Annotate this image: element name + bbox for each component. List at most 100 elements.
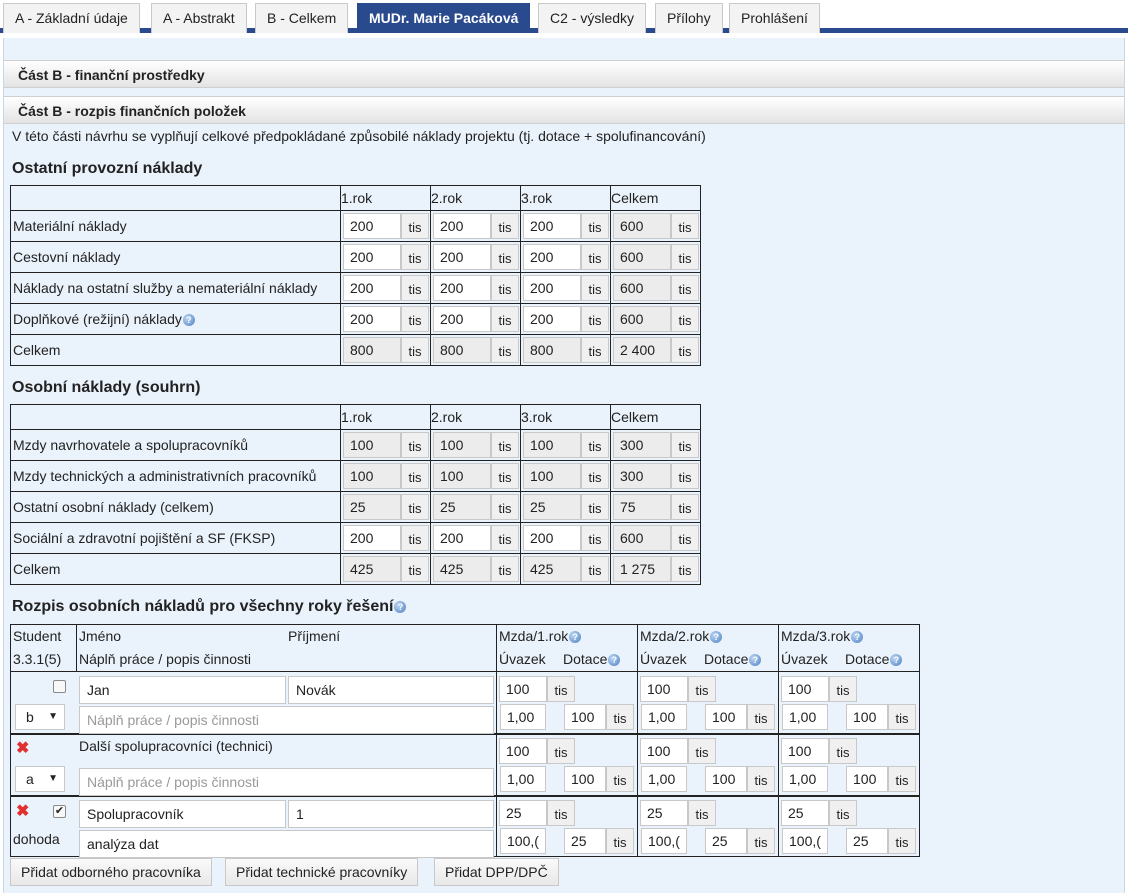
- dotace-input[interactable]: 100: [564, 766, 606, 792]
- help-icon[interactable]: ?: [851, 631, 864, 644]
- dotace-input[interactable]: 25: [564, 828, 606, 854]
- amount-input[interactable]: 200: [523, 213, 581, 239]
- amount-input[interactable]: 200: [343, 244, 401, 270]
- total-value: 300: [613, 463, 671, 489]
- total-value: 800: [523, 337, 581, 363]
- help-icon[interactable]: ?: [569, 631, 582, 644]
- mzda-input[interactable]: 25: [640, 800, 688, 826]
- category-select[interactable]: b ▼: [15, 704, 65, 730]
- amount-input[interactable]: 200: [433, 525, 491, 551]
- uvazek-input[interactable]: 1,00: [782, 766, 828, 792]
- dotace-input[interactable]: 100: [846, 704, 888, 730]
- total-value: 25: [523, 494, 581, 520]
- amount-input[interactable]: 200: [433, 213, 491, 239]
- tab-celkem[interactable]: B - Celkem: [255, 3, 349, 33]
- amount-input[interactable]: 200: [343, 306, 401, 332]
- row-label: Mzdy navrhovatele a spolupracovníků: [10, 429, 341, 461]
- total-value: 25: [343, 494, 401, 520]
- amount-input[interactable]: 200: [523, 525, 581, 551]
- amount-input[interactable]: 200: [523, 275, 581, 301]
- napln-input[interactable]: Náplň práce / popis činnosti: [79, 768, 494, 796]
- unit-label: tis: [747, 828, 775, 854]
- uvazek-input[interactable]: 1,00: [641, 704, 687, 730]
- amount-input[interactable]: 200: [523, 306, 581, 332]
- row-label: Materiální náklady: [10, 210, 341, 242]
- dotace-input[interactable]: 100: [705, 766, 747, 792]
- help-icon[interactable]: ?: [394, 600, 407, 613]
- mzda-input[interactable]: 100: [640, 738, 688, 764]
- uvazek-input[interactable]: 1,00: [500, 766, 546, 792]
- tab-prohlaseni[interactable]: Prohlášení: [729, 3, 820, 33]
- tab-zakladni-udaje[interactable]: A - Základní údaje: [3, 3, 140, 33]
- add-expert-button[interactable]: Přidat odborného pracovníka: [10, 858, 212, 886]
- total-value: 100: [343, 432, 401, 458]
- mzda-input[interactable]: 100: [499, 738, 547, 764]
- uvazek-input[interactable]: 100,(: [500, 828, 546, 854]
- jmeno-input[interactable]: Spolupracovník: [79, 800, 286, 828]
- unit-label: tis: [401, 244, 429, 270]
- unit-label: tis: [581, 306, 609, 332]
- help-icon[interactable]: ?: [710, 631, 723, 644]
- student-checkbox[interactable]: ✔: [53, 805, 66, 818]
- dotace-input[interactable]: 100: [705, 704, 747, 730]
- dotace-input[interactable]: 100: [564, 704, 606, 730]
- dotace-input[interactable]: 25: [705, 828, 747, 854]
- mzda-input[interactable]: 25: [499, 800, 547, 826]
- amount-input[interactable]: 200: [433, 275, 491, 301]
- prijmeni-input[interactable]: Novák: [288, 676, 494, 704]
- chevron-down-icon: ▼: [48, 773, 58, 784]
- dotace-input[interactable]: 25: [846, 828, 888, 854]
- total-value: 100: [433, 463, 491, 489]
- mzda-input[interactable]: 100: [499, 676, 547, 702]
- mzda-input[interactable]: 25: [781, 800, 829, 826]
- table-row: Doplňkové (režijní) náklady? 200 tis 200 t…: [10, 303, 701, 335]
- unit-label: tis: [547, 738, 575, 764]
- amount-input[interactable]: 200: [433, 244, 491, 270]
- jmeno-input[interactable]: Jan: [79, 676, 286, 704]
- category-select[interactable]: a ▼: [15, 766, 65, 792]
- amount-input[interactable]: 200: [523, 244, 581, 270]
- help-icon[interactable]: ?: [182, 314, 195, 327]
- mzda-input[interactable]: 100: [781, 676, 829, 702]
- unit-label: tis: [401, 556, 429, 582]
- unit-label: tis: [491, 306, 519, 332]
- unit-label: tis: [491, 556, 519, 582]
- unit-label: tis: [671, 525, 699, 551]
- tab-abstrakt[interactable]: A - Abstrakt: [151, 3, 247, 33]
- unit-label: tis: [401, 213, 429, 239]
- mzda-input[interactable]: 100: [781, 738, 829, 764]
- unit-label: tis: [491, 525, 519, 551]
- uvazek-input[interactable]: 1,00: [782, 704, 828, 730]
- napln-input[interactable]: Náplň práce / popis činnosti: [79, 706, 494, 734]
- amount-input[interactable]: 200: [433, 306, 491, 332]
- dotace-input[interactable]: 100: [846, 766, 888, 792]
- prijmeni-input[interactable]: 1: [288, 800, 494, 828]
- unit-label: tis: [606, 704, 634, 730]
- amount-input[interactable]: 200: [343, 525, 401, 551]
- uvazek-input[interactable]: 1,00: [641, 766, 687, 792]
- amount-input[interactable]: 200: [343, 213, 401, 239]
- student-checkbox[interactable]: [53, 680, 66, 693]
- row-label: Ostatní osobní náklady (celkem): [10, 491, 341, 523]
- add-dpp-button[interactable]: Přidat DPP/DPČ: [434, 858, 559, 886]
- help-icon[interactable]: ?: [890, 654, 903, 667]
- add-technician-button[interactable]: Přidat technické pracovníky: [225, 858, 419, 886]
- row-label: Mzdy technických a administrativních pra…: [10, 460, 341, 492]
- delete-icon[interactable]: ✖: [16, 738, 29, 758]
- uvazek-input[interactable]: 100,(: [641, 828, 687, 854]
- napln-input[interactable]: analýza dat: [79, 830, 494, 858]
- section-header-financni[interactable]: Část B - finanční prostředky: [4, 60, 1124, 88]
- section-header-rozpis[interactable]: Část B - rozpis finančních položek: [4, 96, 1124, 124]
- tab-prilohy[interactable]: Přílohy: [655, 3, 723, 33]
- unit-label: tis: [581, 463, 609, 489]
- help-icon[interactable]: ?: [608, 654, 621, 667]
- help-icon[interactable]: ?: [749, 654, 762, 667]
- tab-vysledky[interactable]: C2 - výsledky: [538, 3, 647, 33]
- delete-icon[interactable]: ✖: [16, 801, 29, 821]
- uvazek-input[interactable]: 100,(: [782, 828, 828, 854]
- mzda-input[interactable]: 100: [640, 676, 688, 702]
- uvazek-input[interactable]: 1,00: [500, 704, 546, 730]
- total-value: 100: [433, 432, 491, 458]
- tab-pacakova[interactable]: MUDr. Marie Pacáková: [357, 3, 531, 33]
- amount-input[interactable]: 200: [343, 275, 401, 301]
